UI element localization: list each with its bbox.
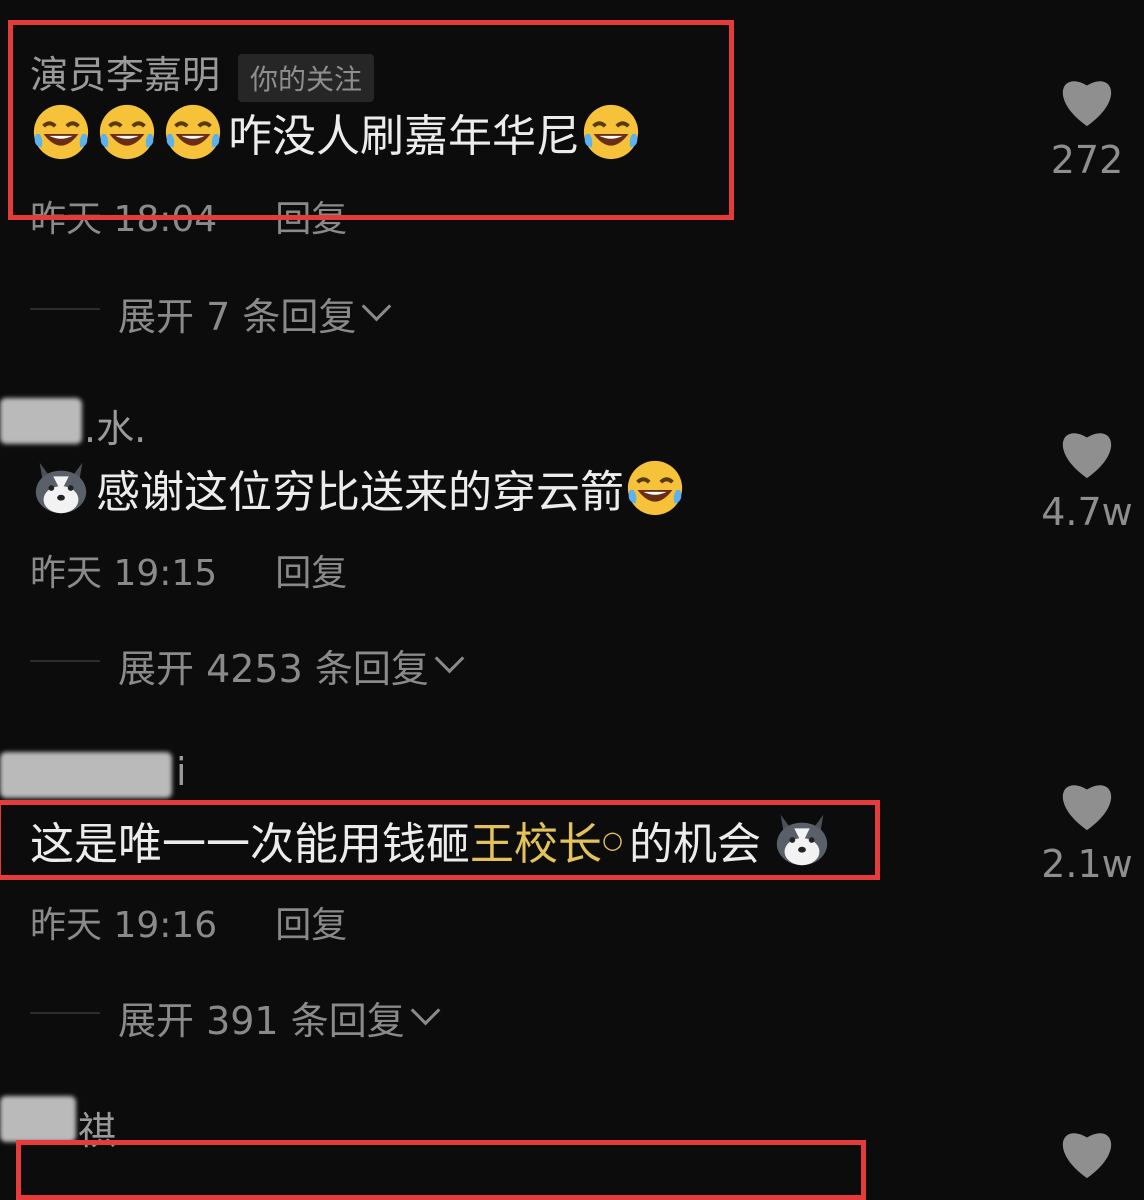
reply-button[interactable]: 回复 [275, 553, 347, 594]
highlight-box [16, 1140, 866, 1200]
username-text[interactable]: i [176, 750, 187, 794]
heart-icon[interactable] [1056, 424, 1118, 480]
expand-label[interactable]: 展开 4253 条回复 [118, 638, 429, 693]
expand-replies-button[interactable]: 展开 391 条回复 [118, 990, 441, 1045]
highlight-box [8, 20, 734, 220]
expand-label[interactable]: 展开 391 条回复 [118, 990, 405, 1045]
like-count: 4.7w [1041, 490, 1133, 534]
like-button[interactable]: 2.1w [1032, 776, 1142, 886]
heart-icon[interactable] [1056, 1124, 1118, 1180]
username-text[interactable]: .水. [84, 407, 146, 451]
avatar [0, 398, 82, 444]
heart-icon[interactable] [1056, 72, 1118, 128]
like-button[interactable] [1032, 1124, 1142, 1184]
husky-emoji-icon [30, 457, 92, 519]
expand-replies-button[interactable]: 展开 4253 条回复 [118, 638, 465, 693]
divider [30, 660, 100, 662]
expand-label[interactable]: 展开 7 条回复 [118, 286, 356, 341]
like-count: 272 [1050, 138, 1124, 182]
comment-time: 昨天 19:15 [30, 553, 218, 594]
chevron-down-icon[interactable] [434, 643, 465, 674]
like-button[interactable]: 272 [1032, 72, 1142, 182]
comment-username[interactable]: i [176, 750, 187, 794]
avatar [0, 752, 172, 798]
comment-meta: 昨天 19:16 回复 [30, 896, 347, 948]
comment-body: 感谢这位穷比送来的穿云箭 [96, 467, 624, 518]
chevron-down-icon[interactable] [361, 291, 392, 322]
like-count: 2.1w [1041, 842, 1133, 886]
comment-time: 昨天 19:16 [30, 905, 218, 946]
comment-meta: 昨天 19:15 回复 [30, 544, 347, 596]
divider [30, 1012, 100, 1014]
divider [30, 308, 100, 310]
reply-button[interactable]: 回复 [275, 905, 347, 946]
comment-username[interactable]: .水. [84, 398, 146, 453]
rofl-emoji-icon [624, 457, 686, 519]
comment-text: 感谢这位穷比送来的穿云箭 [30, 456, 690, 520]
chevron-down-icon[interactable] [410, 995, 441, 1026]
expand-replies-button[interactable]: 展开 7 条回复 [118, 286, 392, 341]
like-button[interactable]: 4.7w [1032, 424, 1142, 534]
avatar [0, 1096, 76, 1142]
heart-icon[interactable] [1056, 776, 1118, 832]
highlight-box [0, 800, 880, 880]
